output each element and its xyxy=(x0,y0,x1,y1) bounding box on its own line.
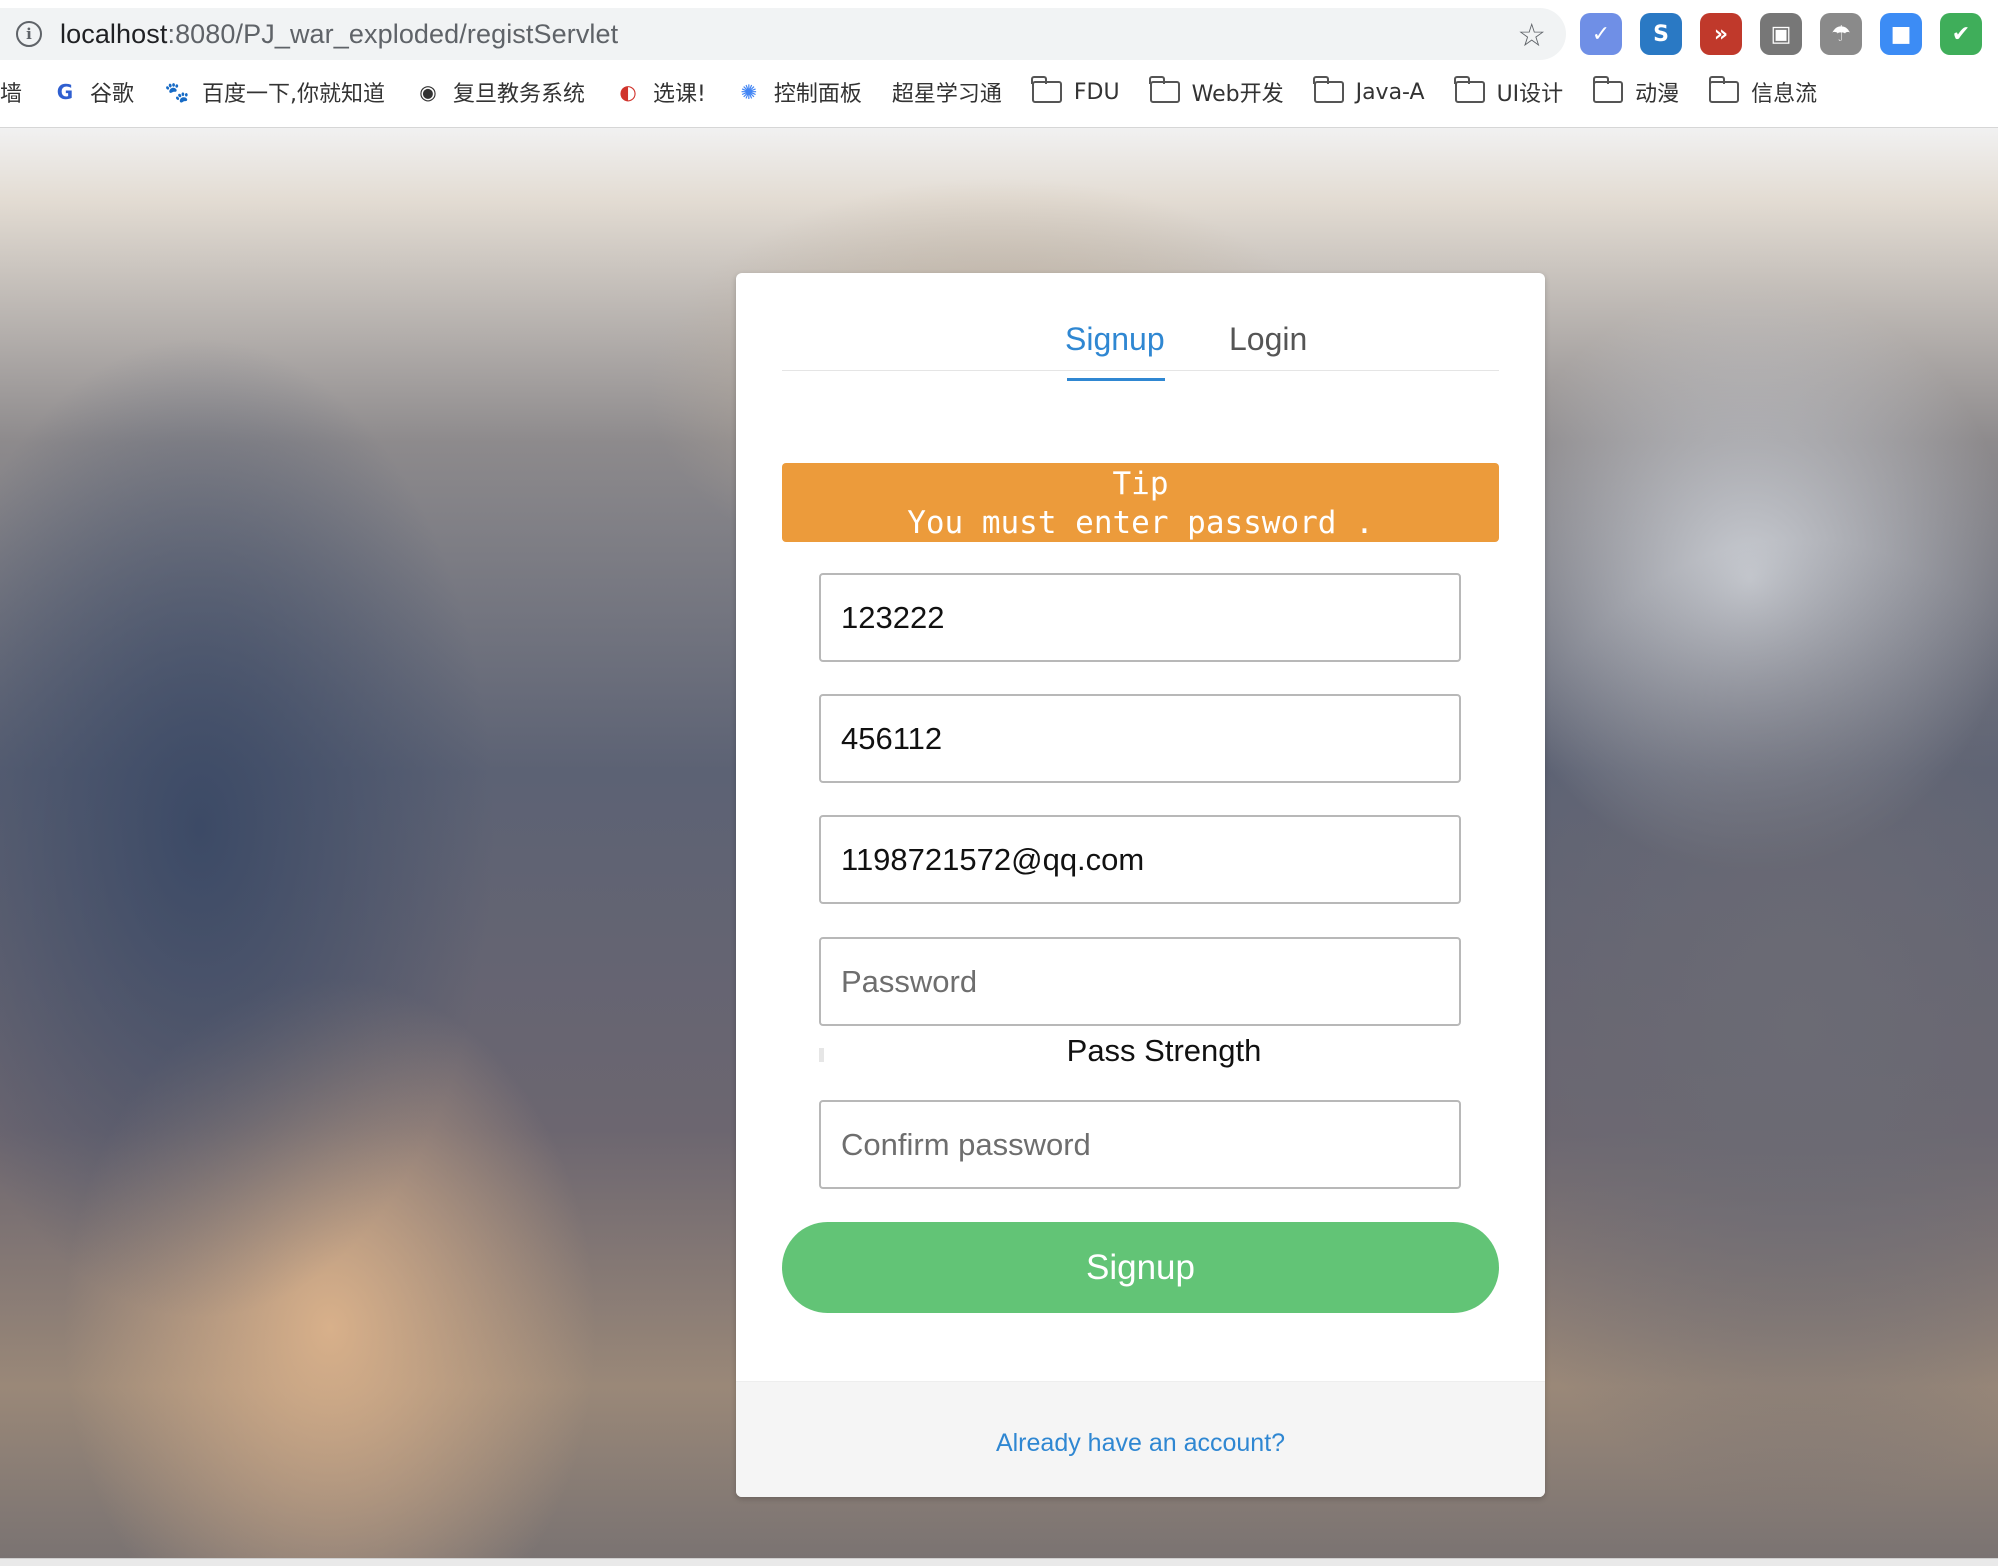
bookmark-label: 控制面板 xyxy=(773,82,862,107)
bookmark-label: 选课! xyxy=(653,82,706,107)
bookmark-item[interactable]: ✺ 控制面板 xyxy=(736,76,862,108)
bookmark-item[interactable]: Java-A xyxy=(1313,76,1425,105)
password-field[interactable] xyxy=(819,937,1461,1026)
cast-extension-icon[interactable]: ▣ xyxy=(1760,13,1802,55)
bookmark-label: 超星学习通 xyxy=(891,82,1002,107)
page-bottom-edge xyxy=(0,1558,1998,1566)
bookmark-item[interactable]: 翻墙 xyxy=(0,76,22,108)
bookmark-label: 复旦教务系统 xyxy=(453,82,586,107)
password-strength-label: Pass Strength xyxy=(1066,1033,1262,1068)
bookmark-item[interactable]: 超星学习通 xyxy=(892,76,1002,108)
bookmark-item[interactable]: ◉ 复旦教务系统 xyxy=(415,76,585,108)
address-bar[interactable]: i localhost:8080/PJ_war_exploded/registS… xyxy=(0,8,1566,60)
folder-icon xyxy=(1149,76,1180,103)
browser-chrome: i localhost:8080/PJ_war_exploded/registS… xyxy=(0,0,1998,128)
second-text-field[interactable] xyxy=(819,694,1461,783)
bookmark-item[interactable]: Web开发 xyxy=(1149,76,1284,108)
folder-icon xyxy=(1708,76,1740,103)
username-field[interactable] xyxy=(819,573,1461,662)
bookmark-label: Web开发 xyxy=(1191,82,1284,107)
tip-message: You must enter password . xyxy=(907,505,1374,541)
bookmark-label: 谷歌 xyxy=(90,82,135,107)
bookmark-label: 信息流 xyxy=(1751,82,1818,107)
folder-icon xyxy=(1031,76,1062,103)
bookmark-label: 翻墙 xyxy=(0,82,23,107)
folder-icon xyxy=(1454,76,1485,103)
bookmark-label: 百度一下,你就知道 xyxy=(202,82,386,107)
bookmark-favicon-icon: ✺ xyxy=(740,80,758,104)
bookmark-item[interactable]: FDU xyxy=(1031,76,1120,105)
auth-tabs: Signup Login xyxy=(782,321,1499,381)
url-text[interactable]: localhost:8080/PJ_war_exploded/registSer… xyxy=(60,19,618,50)
folder-icon xyxy=(1313,76,1344,103)
tip-alert: Tip You must enter password . xyxy=(782,463,1499,542)
tab-signup[interactable]: Signup xyxy=(1065,321,1165,381)
bookmark-item[interactable]: 🐾 百度一下,你就知道 xyxy=(164,76,385,108)
bookmarks-bar: 翻墙 G 谷歌 🐾 百度一下,你就知道 ◉ 复旦教务系统 ◐ 选课! ✺ 控制面板 超星学习通 FDU W… xyxy=(0,72,1976,112)
bookmark-favicon-icon: ◐ xyxy=(619,80,637,104)
bookmark-item[interactable]: 动漫 xyxy=(1592,76,1680,108)
folder-icon xyxy=(1592,76,1624,103)
zoom-extension-icon[interactable]: ■ xyxy=(1880,13,1922,55)
url-host: localhost xyxy=(60,18,168,49)
site-info-icon[interactable]: i xyxy=(16,21,42,47)
signup-button[interactable]: Signup xyxy=(782,1222,1499,1313)
translate-extension-icon[interactable]: ✓ xyxy=(1580,13,1622,55)
bookmark-label: UI设计 xyxy=(1496,82,1564,107)
email-field[interactable] xyxy=(819,815,1461,904)
url-path: :8080/PJ_war_exploded/registServlet xyxy=(167,18,619,49)
confirm-password-field[interactable] xyxy=(819,1100,1461,1189)
bookmark-item[interactable]: 信息流 xyxy=(1708,76,1818,108)
extensions-bar: ✓ S » ▣ ☂ ■ ✔ xyxy=(1580,8,1982,60)
tip-title: Tip xyxy=(1112,466,1169,502)
forward-extension-icon[interactable]: » xyxy=(1700,13,1742,55)
bookmark-star-icon[interactable]: ☆ xyxy=(1517,16,1546,54)
bookmark-favicon-icon: ◉ xyxy=(419,80,437,104)
bookmark-favicon-icon: G xyxy=(56,80,74,104)
signup-card: Signup Login Tip You must enter password… xyxy=(736,273,1545,1497)
tab-login[interactable]: Login xyxy=(1229,321,1307,358)
bookmark-label: Java-A xyxy=(1355,79,1425,105)
bookmark-label: 动漫 xyxy=(1635,82,1680,107)
bookmark-item[interactable]: ◐ 选课! xyxy=(615,76,706,108)
bookmark-item[interactable]: UI设计 xyxy=(1454,76,1564,108)
parachute-extension-icon[interactable]: ☂ xyxy=(1820,13,1862,55)
bookmark-label: FDU xyxy=(1073,79,1120,105)
shield-extension-icon[interactable]: ✔ xyxy=(1940,13,1982,55)
login-link[interactable]: Already have an account? xyxy=(996,1429,1285,1458)
bookmark-item[interactable]: G 谷歌 xyxy=(52,76,134,108)
card-footer: Already have an account? xyxy=(736,1381,1545,1497)
bookmark-favicon-icon: 🐾 xyxy=(164,80,190,104)
s-extension-icon[interactable]: S xyxy=(1640,13,1682,55)
